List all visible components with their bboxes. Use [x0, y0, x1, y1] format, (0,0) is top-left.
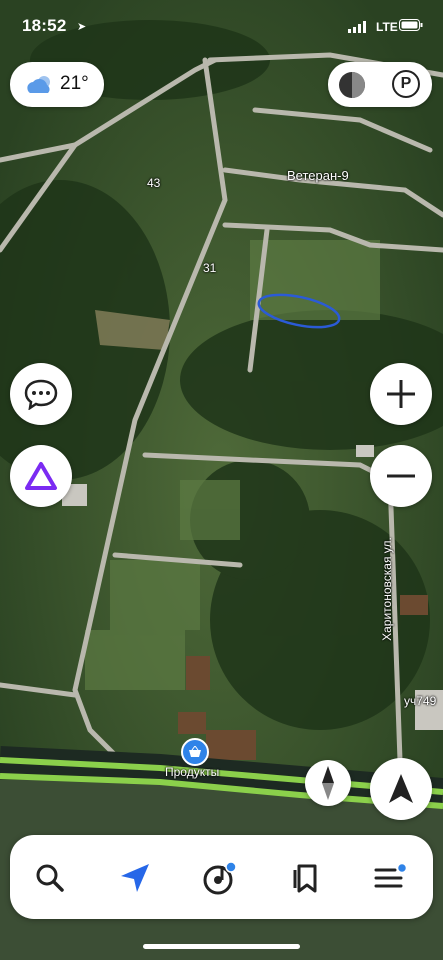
- location-arrow-icon: [389, 774, 413, 803]
- menu-icon: [374, 863, 407, 888]
- location-services-icon: ➤: [77, 21, 87, 33]
- parking-button[interactable]: P: [392, 70, 422, 100]
- poi-label: Продукты: [165, 765, 220, 779]
- chat-icon: [24, 379, 58, 410]
- minus-icon: [387, 474, 415, 478]
- zoom-in-button[interactable]: [370, 363, 432, 425]
- temperature: 21°: [60, 73, 89, 94]
- signal-icon: [348, 21, 366, 33]
- zoom-out-button[interactable]: [370, 445, 432, 507]
- tab-navigator[interactable]: [110, 853, 160, 903]
- my-location-button[interactable]: [370, 758, 432, 820]
- plus-icon: [387, 380, 415, 408]
- status-bar: 18:52 ➤ LTE: [0, 0, 443, 46]
- compass-icon: [322, 766, 334, 800]
- navigation-icon: [121, 864, 149, 892]
- battery-icon: [399, 19, 423, 31]
- status-time: 18:52: [22, 16, 67, 35]
- chat-button[interactable]: [10, 363, 72, 425]
- tab-search[interactable]: [25, 853, 75, 903]
- compass-button[interactable]: [305, 760, 351, 806]
- home-indicator: [143, 944, 300, 949]
- tab-menu[interactable]: [365, 853, 415, 903]
- layers-icon: [339, 72, 365, 98]
- layers-button[interactable]: [336, 69, 368, 101]
- poi-grocery[interactable]: Продукты: [160, 738, 240, 779]
- network-type: LTE: [376, 20, 398, 34]
- plot-label: уч749: [404, 694, 437, 708]
- tab-bookmarks[interactable]: [280, 853, 330, 903]
- road-number-31: 31: [203, 261, 217, 275]
- bookmarks-icon: [293, 864, 317, 893]
- parking-icon: P: [392, 70, 420, 98]
- street-label: Харитоновская ул.: [379, 537, 394, 641]
- map-layers-panel: P: [328, 62, 432, 107]
- music-icon: [203, 861, 237, 895]
- weather-widget[interactable]: 21°: [10, 62, 104, 107]
- alice-assistant-button[interactable]: [10, 445, 72, 507]
- road-number-43: 43: [147, 176, 161, 190]
- alice-icon: [25, 462, 57, 490]
- cloud-sun-icon: [27, 76, 50, 93]
- basket-icon: [181, 738, 209, 766]
- bottom-navigation: [10, 835, 433, 919]
- settlement-label: Ветеран-9: [287, 168, 349, 183]
- parking-label: P: [400, 75, 412, 92]
- tab-music[interactable]: [195, 853, 245, 903]
- search-icon: [36, 864, 64, 892]
